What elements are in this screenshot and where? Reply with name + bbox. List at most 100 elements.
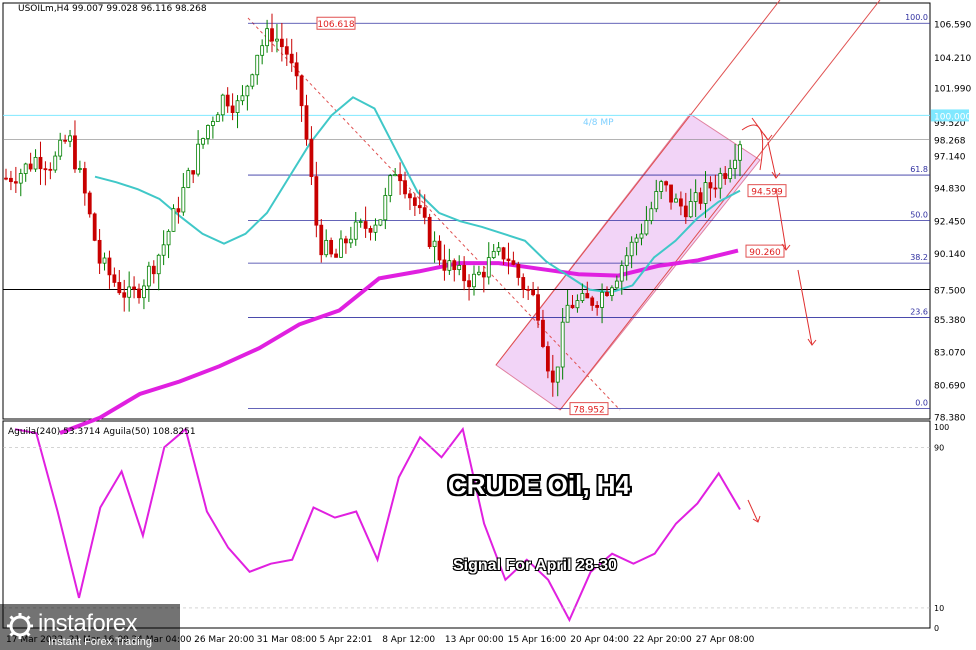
candle-down	[294, 62, 299, 77]
candle-up	[245, 85, 250, 97]
candle-down	[191, 170, 196, 175]
candle-up	[693, 192, 698, 202]
symbol-header: USOILm,H4 99.007 99.028 96.116 98.268	[18, 4, 207, 14]
candle-down	[683, 205, 688, 218]
logo-name: instaforex	[38, 610, 138, 637]
candle-up	[240, 95, 245, 102]
indicator-level-label: 100	[934, 423, 949, 432]
candle-down	[723, 173, 728, 179]
candle-up	[649, 208, 654, 221]
candle-up	[733, 159, 737, 169]
x-tick-label: 26 Mar 20:00	[194, 635, 254, 645]
indicator-level-label: 0	[934, 624, 939, 633]
candle-up	[210, 121, 215, 126]
candle-up	[457, 265, 462, 271]
candle-down	[344, 238, 348, 244]
candle-up	[339, 238, 343, 258]
candle-down	[501, 247, 506, 260]
candle-down	[511, 260, 516, 265]
candle-down	[314, 176, 319, 226]
candle-down	[452, 260, 457, 271]
candle-up	[146, 265, 151, 287]
candle-down	[595, 305, 600, 308]
candle-down	[422, 207, 427, 218]
candle-down	[368, 228, 373, 233]
indicator-level-label: 10	[934, 604, 944, 613]
candle-up	[565, 304, 570, 323]
candle-down	[412, 197, 417, 206]
candle-down	[408, 193, 412, 199]
candle-up	[77, 168, 82, 170]
instaforex-logo: instaforex Instant Forex Trading	[0, 604, 180, 650]
candle-up	[610, 287, 614, 296]
candle-up	[718, 173, 723, 189]
candle-up	[250, 74, 255, 87]
candle-down	[403, 180, 407, 195]
candle-up	[654, 191, 659, 210]
candle-down	[417, 205, 422, 209]
candle-down	[151, 265, 156, 275]
y-tick-label: 83.070	[934, 348, 966, 358]
y-tick-label: 94.830	[934, 184, 966, 194]
candle-down	[521, 277, 526, 290]
candle-down	[132, 286, 136, 290]
candle-down	[107, 257, 112, 276]
candle-up	[220, 94, 225, 116]
candle-up	[275, 38, 279, 42]
candle-up	[142, 285, 146, 299]
candle-up	[486, 257, 491, 278]
candle-up	[560, 321, 565, 368]
murrey-mp-label: 4/8 MP	[583, 118, 614, 128]
candle-down	[605, 291, 609, 296]
y-tick-label: 97.140	[934, 152, 966, 162]
candle-down	[284, 46, 289, 55]
candle-down	[462, 265, 467, 282]
fib-level-label: 23.6	[910, 307, 928, 316]
candle-down	[9, 177, 13, 183]
indicator-panel-frame	[2, 420, 931, 629]
candle-down	[87, 192, 92, 215]
candle-up	[68, 135, 72, 142]
candle-down	[43, 168, 48, 171]
candle-up	[432, 240, 437, 248]
indicator-label: Aguila(240) 53.3714 Aguila(50) 108.8251	[8, 427, 196, 437]
candle-up	[659, 181, 664, 192]
candle-up	[728, 168, 733, 179]
candle-up	[738, 144, 742, 161]
candle-down	[225, 94, 230, 107]
candle-up	[235, 100, 240, 113]
candle-down	[299, 75, 304, 107]
fib-level-label: 61.8	[910, 165, 928, 174]
x-tick-label: 5 Apr 22:01	[320, 635, 373, 645]
candle-up	[127, 286, 132, 298]
candle-up	[600, 291, 604, 308]
candle-down	[708, 182, 713, 189]
candle-up	[388, 175, 393, 196]
price-chart: 100.0 61.8 50.0 38.2 23.6 0.0 106.618 78.952 94…	[2, 0, 971, 645]
candle-down	[467, 280, 471, 288]
candle-up	[324, 239, 329, 256]
y-tick-label: 92.450	[934, 218, 966, 228]
candle-up	[496, 247, 501, 252]
candle-up	[624, 255, 629, 267]
candle-up	[477, 271, 481, 275]
candle-down	[481, 271, 486, 278]
candle-up	[260, 45, 265, 56]
candle-up	[171, 208, 176, 232]
candle-down	[309, 138, 314, 177]
signal-subtitle-overlay: Signal For April 28-30	[453, 557, 617, 574]
resistance-price-tag: 100.000	[934, 112, 971, 122]
candle-up	[196, 143, 201, 175]
candle-down	[92, 213, 97, 241]
gear-icon	[7, 613, 33, 639]
candle-up	[614, 280, 619, 289]
candle-down	[13, 181, 18, 184]
y-tick-label: 104.210	[934, 54, 971, 64]
candle-up	[53, 155, 58, 171]
candle-down	[230, 105, 235, 113]
y-tick-label: 101.990	[934, 85, 971, 95]
candle-down	[4, 177, 8, 180]
y-tick-label: 85.380	[934, 316, 966, 326]
candle-up	[491, 250, 496, 259]
candle-up	[255, 54, 260, 76]
